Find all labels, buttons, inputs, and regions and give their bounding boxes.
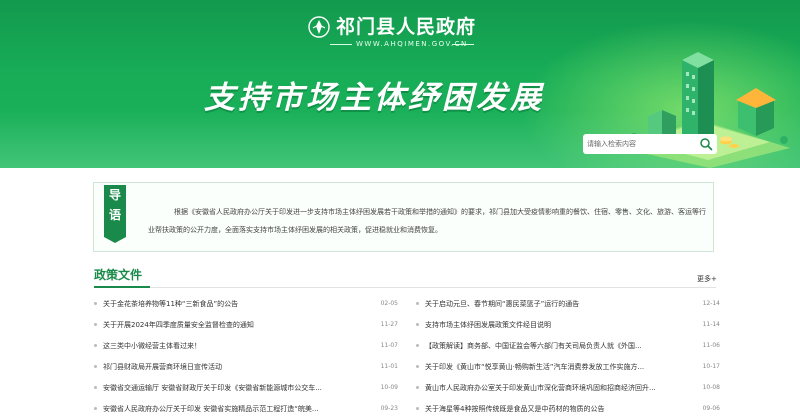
news-list-right: 关于启动元旦、春节期间“惠民菜篮子”运行的通告 12-14 支持市场主体纾困发展政… — [416, 296, 722, 420]
banner-slogan: 支持市场主体纾困发展 — [204, 80, 544, 116]
list-item[interactable]: 这三类中小微经营主体看过来！ 11-07 — [94, 338, 400, 359]
news-date: 11-07 — [380, 342, 398, 349]
news-title[interactable]: 关于金花茶培养物等11种“三新食品”的公告 — [103, 298, 361, 310]
intro-tag-char: 导 — [108, 188, 121, 202]
intro-box: 导 语 根据《安徽省人民政府办公厅关于印发进一步支持市场主体纾困发展若干政策和举… — [93, 182, 714, 252]
news-date: 09-06 — [702, 405, 720, 412]
news-title[interactable]: 关于开展2024年四季度质量安全监督检查的通知 — [103, 319, 361, 331]
news-date: 10-17 — [702, 363, 720, 370]
emblem-logo-icon[interactable] — [308, 16, 330, 38]
bullet-dot — [416, 323, 419, 326]
section-divider-accent — [94, 286, 150, 288]
news-date: 11-14 — [702, 321, 720, 328]
news-date: 11-06 — [702, 342, 720, 349]
news-title[interactable]: 安徽省交通运输厅 安徽省财政厅关于印发《安徽省新能源城市公交车... — [103, 382, 361, 394]
list-item[interactable]: 关于海星等4种按照传统既是食品又是中药材的物质的公告 09-06 — [416, 401, 722, 420]
bullet-dot — [416, 386, 419, 389]
more-link[interactable]: 更多+ — [697, 274, 717, 284]
section-divider — [94, 287, 716, 288]
bullet-dot — [94, 365, 97, 368]
bullet-dot — [94, 344, 97, 347]
bullet-dot — [416, 344, 419, 347]
news-title[interactable]: 【政策解读】商务部、中国证监会等六部门有关司局负责人就《外国... — [425, 340, 683, 352]
news-title[interactable]: 祁门县财政局开展营商环境日宣传活动 — [103, 361, 361, 373]
list-item[interactable]: 安徽省交通运输厅 安徽省财政厅关于印发《安徽省新能源城市公交车... 10-09 — [94, 380, 400, 401]
bullet-dot — [416, 365, 419, 368]
news-title[interactable]: 黄山市人民政府办公室关于印发黄山市深化营商环境巩固和招商经济回升... — [425, 382, 683, 394]
news-title[interactable]: 这三类中小微经营主体看过来！ — [103, 340, 361, 352]
list-item[interactable]: 安徽省人民政府办公厅关于印发 安徽省实施精品示范工程打造“皖美... 09-23 — [94, 401, 400, 420]
news-date: 10-09 — [380, 384, 398, 391]
intro-text: 根据《安徽省人民政府办公厅关于印发进一步支持市场主体纾困发展若干政策和举措的通知… — [148, 208, 706, 234]
news-title[interactable]: 关于启动元旦、春节期间“惠民菜篮子”运行的通告 — [425, 298, 683, 310]
list-item[interactable]: 【政策解读】商务部、中国证监会等六部门有关司局负责人就《外国... 11-06 — [416, 338, 722, 359]
url-divider-left — [330, 44, 352, 45]
bullet-dot — [94, 386, 97, 389]
list-item[interactable]: 关于启动元旦、春节期间“惠民菜篮子”运行的通告 12-14 — [416, 296, 722, 317]
news-date: 11-01 — [380, 363, 398, 370]
bullet-dot — [94, 323, 97, 326]
news-title[interactable]: 关于海星等4种按照传统既是食品又是中药材的物质的公告 — [425, 403, 683, 415]
news-title[interactable]: 关于印发《黄山市“悦享黄山·畅购新生活”汽车消费券发放工作实施方... — [425, 361, 683, 373]
news-list-left: 关于金花茶培养物等11种“三新食品”的公告 02-05 关于开展2024年四季度质… — [94, 296, 400, 420]
bullet-dot — [94, 302, 97, 305]
search-box[interactable] — [583, 134, 717, 154]
intro-tag: 导 语 — [104, 185, 126, 243]
bullet-dot — [416, 302, 419, 305]
list-item[interactable]: 关于印发《黄山市“悦享黄山·畅购新生活”汽车消费券发放工作实施方... 10-17 — [416, 359, 722, 380]
news-date: 09-23 — [380, 405, 398, 412]
search-icon[interactable] — [699, 137, 713, 151]
list-item[interactable]: 关于开展2024年四季度质量安全监督检查的通知 11-27 — [94, 317, 400, 338]
news-date: 02-05 — [380, 300, 398, 307]
bullet-dot — [94, 407, 97, 410]
search-input[interactable] — [587, 136, 695, 152]
list-item[interactable]: 祁门县财政局开展营商环境日宣传活动 11-01 — [94, 359, 400, 380]
news-date: 10-08 — [702, 384, 720, 391]
intro-tag-char: 语 — [108, 208, 121, 222]
news-title[interactable]: 安徽省人民政府办公厅关于印发 安徽省实施精品示范工程打造“皖美... — [103, 403, 361, 415]
site-title[interactable]: 祁门县人民政府 — [336, 12, 536, 39]
url-divider-right — [452, 44, 474, 45]
news-title[interactable]: 支持市场主体纾困发展政策文件经目说明 — [425, 319, 683, 331]
bullet-dot — [416, 407, 419, 410]
list-item[interactable]: 支持市场主体纾困发展政策文件经目说明 11-14 — [416, 317, 722, 338]
page: 祁门县人民政府 WWW.AHQIMEN.GOV.CN 支持市场主体纾困发展 请输… — [0, 0, 800, 420]
list-item[interactable]: 关于金花茶培养物等11种“三新食品”的公告 02-05 — [94, 296, 400, 317]
header-banner: 祁门县人民政府 WWW.AHQIMEN.GOV.CN 支持市场主体纾困发展 — [0, 0, 800, 168]
news-date: 11-27 — [380, 321, 398, 328]
news-date: 12-14 — [702, 300, 720, 307]
list-item[interactable]: 黄山市人民政府办公室关于印发黄山市深化营商环境巩固和招商经济回升... 10-08 — [416, 380, 722, 401]
section-title: 政策文件 — [94, 268, 143, 282]
